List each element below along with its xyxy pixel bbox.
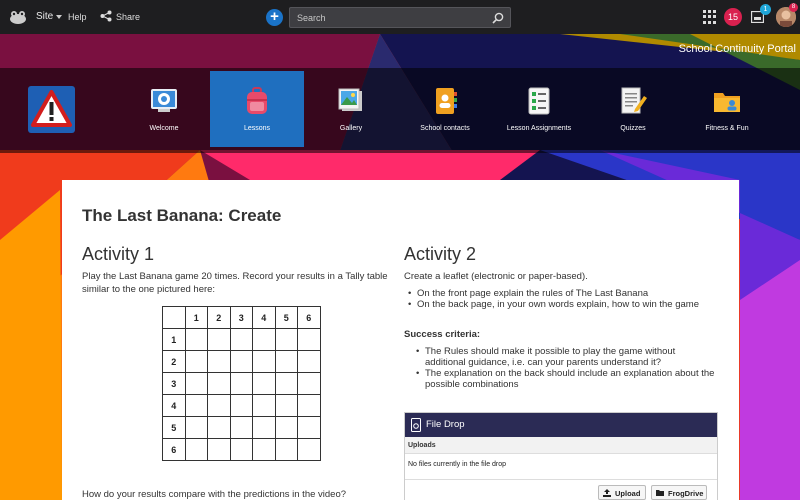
nav-item-school-contacts[interactable]: School contacts: [398, 71, 492, 147]
search-input[interactable]: [290, 8, 490, 27]
tally-table: 1 2 3 4 5 6 1 2 3 4 5 6: [162, 306, 321, 461]
content-card: The Last Banana: Create Activity 1 Play …: [62, 180, 739, 500]
nav-item-label: Fitness & Fun: [705, 125, 749, 132]
table-header: 2: [207, 306, 231, 329]
file-drop-icon: [411, 418, 421, 432]
table-row: 4: [162, 394, 321, 417]
activity-1-question: How do your results compare with the pre…: [82, 489, 347, 500]
file-drop-widget: File Drop Uploads No files currently in …: [404, 412, 718, 500]
frog-logo-icon[interactable]: [9, 9, 27, 25]
activity-1-title: Activity 1: [82, 244, 155, 264]
uploads-label: Uploads: [405, 437, 717, 454]
table-header: 6: [297, 306, 321, 329]
nav-item-label: School contacts: [420, 125, 470, 132]
nav-item-lesson-assignments[interactable]: Lesson Assignments: [492, 71, 586, 147]
gallery-icon: [338, 88, 362, 111]
share-icon[interactable]: [100, 10, 112, 22]
folder-icon: [656, 490, 664, 496]
folder-user-icon: [714, 93, 740, 112]
table-header: 5: [274, 306, 298, 329]
table-row: 5: [162, 416, 321, 439]
table-row: 3: [162, 372, 321, 395]
checklist-icon: [528, 87, 550, 115]
success-criteria-list: The Rules should make it possible to pla…: [416, 346, 716, 390]
backpack-icon: [247, 87, 267, 114]
chevron-down-icon[interactable]: [56, 15, 62, 19]
site-menu-button[interactable]: Site: [36, 11, 53, 22]
empty-state-text: No files currently in the file drop: [408, 461, 507, 468]
nav-item-quizzes[interactable]: Quizzes: [586, 71, 680, 147]
alert-tile[interactable]: [28, 86, 75, 133]
table-header: 4: [252, 306, 276, 329]
search-box: [289, 7, 511, 28]
help-link[interactable]: Help: [68, 12, 87, 22]
nav-item-label: Lessons: [243, 125, 271, 132]
upload-button[interactable]: Upload: [598, 485, 646, 500]
nav-item-gallery[interactable]: Gallery: [304, 71, 398, 147]
list-item: The Rules should make it possible to pla…: [416, 346, 716, 368]
activity-2-intro: Create a leaflet (electronic or paper-ba…: [404, 271, 588, 282]
messages-badge: 1: [760, 4, 771, 15]
quiz-pencil-icon: [621, 87, 647, 114]
search-icon[interactable]: [492, 12, 504, 24]
page-title: The Last Banana: Create: [82, 206, 282, 225]
row-header: 6: [162, 438, 186, 461]
nav-item-fitness-fun[interactable]: Fitness & Fun: [680, 71, 774, 147]
list-item: On the back page, in your own words expl…: [408, 299, 708, 310]
row-header: 4: [162, 394, 186, 417]
upload-icon: [603, 489, 611, 497]
avatar-badge: 8: [789, 3, 798, 12]
lifebuoy-icon: [151, 89, 177, 112]
frogdrive-button[interactable]: FrogDrive: [651, 485, 707, 500]
add-button[interactable]: +: [266, 9, 283, 26]
top-bar: Site Help Share + 15 1 8: [0, 0, 800, 34]
file-drop-footer: Upload FrogDrive: [405, 479, 717, 500]
table-header: 3: [229, 306, 253, 329]
list-item: The explanation on the back should inclu…: [416, 368, 716, 390]
contacts-book-icon: [436, 88, 457, 114]
table-row: 1 2 3 4 5 6: [162, 306, 321, 329]
nav-item-label: Lesson Assignments: [506, 125, 572, 132]
file-drop-header: File Drop: [405, 413, 717, 437]
nav-item-welcome[interactable]: Welcome: [117, 71, 211, 147]
activity-2-list: On the front page explain the rules of T…: [408, 288, 708, 310]
nav-item-label: Gallery: [339, 125, 363, 132]
table-header: 1: [184, 306, 208, 329]
success-criteria-title: Success criteria:: [404, 329, 481, 340]
nav-item-label: Welcome: [149, 125, 179, 132]
table-row: 6: [162, 438, 321, 461]
portal-title: School Continuity Portal: [678, 43, 796, 55]
row-header: 3: [162, 372, 186, 395]
nav-item-lessons[interactable]: Lessons: [210, 71, 304, 147]
activity-2-title: Activity 2: [404, 244, 477, 264]
activity-1-text: Play the Last Banana game 20 times. Reco…: [82, 271, 388, 295]
nav-item-label: Quizzes: [620, 125, 646, 132]
table-row: 1: [162, 328, 321, 351]
row-header: 2: [162, 350, 186, 373]
table-row: 2: [162, 350, 321, 373]
share-button[interactable]: Share: [116, 12, 140, 22]
apps-grid-icon[interactable]: [703, 10, 717, 24]
list-item: On the front page explain the rules of T…: [408, 288, 708, 299]
notifications-badge[interactable]: 15: [724, 8, 742, 26]
row-header: 1: [162, 328, 186, 351]
row-header: 5: [162, 416, 186, 439]
file-drop-title: File Drop: [426, 419, 465, 430]
warning-icon: [31, 90, 72, 127]
